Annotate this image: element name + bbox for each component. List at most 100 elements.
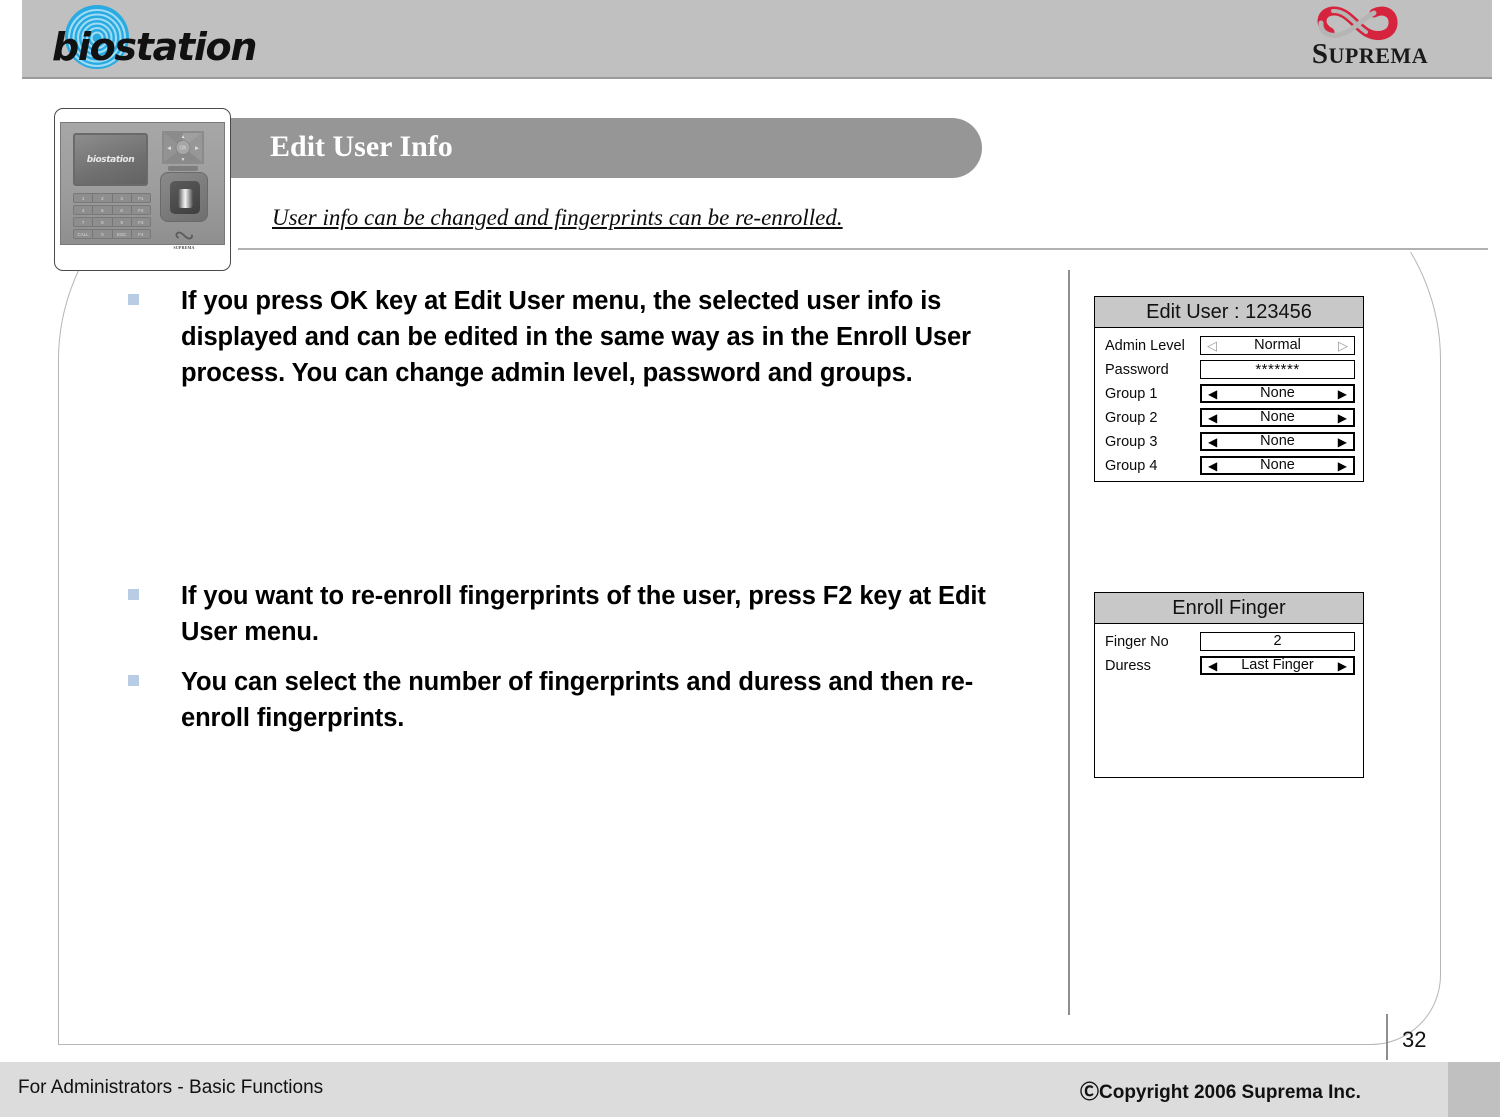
field-row-admin-level: Admin Level ◁ Normal ▷	[1105, 334, 1355, 357]
bullet-text: You can select the number of fingerprint…	[181, 668, 974, 732]
arrow-right-icon[interactable]: ▶	[1338, 460, 1348, 472]
field-value-admin-level: Normal	[1254, 337, 1301, 354]
column-divider	[1068, 270, 1070, 1015]
arrow-right-icon[interactable]: ▶	[1338, 412, 1348, 424]
field-control-group-2[interactable]: ◀ None ▶	[1200, 408, 1355, 427]
device-keypad: 1 2 3 F1 4 5 6 F2 7 8 9 F3 CALL 0 ESC F4	[73, 193, 151, 241]
page-footer: For Administrators - Basic Functions ⒸCo…	[0, 1062, 1500, 1117]
field-row-group-1: Group 1 ◀ None ▶	[1105, 382, 1355, 405]
biostation-wordmark: biostation	[52, 25, 257, 69]
key-5: 5	[93, 206, 113, 214]
panel-title-enroll-finger: Enroll Finger	[1095, 593, 1363, 624]
bullet-square-icon	[128, 294, 139, 305]
field-label-group-4: Group 4	[1105, 457, 1158, 474]
keypad-row: 1 2 3 F1	[73, 193, 151, 203]
key-f3: F3	[138, 220, 144, 225]
device-infinity-icon	[175, 231, 193, 240]
suprema-wordmark: SUPREMA	[1311, 38, 1429, 70]
arrow-left-icon[interactable]: ◀	[1207, 412, 1217, 424]
field-value-duress: Last Finger	[1241, 657, 1314, 674]
field-row-group-3: Group 3 ◀ None ▶	[1105, 430, 1355, 453]
page-number-tick	[1386, 1014, 1388, 1060]
arrow-left-icon[interactable]: ◀	[1207, 460, 1217, 472]
keypad-row: CALL 0 ESC F4	[73, 229, 151, 239]
field-value-group-1: None	[1260, 385, 1295, 402]
device-lcd-label: biostation	[86, 154, 135, 165]
chevron-left-icon[interactable]: ◁	[1206, 339, 1217, 352]
footer-section-label: For Administrators - Basic Functions	[18, 1077, 324, 1098]
field-label-finger-no: Finger No	[1105, 633, 1169, 650]
field-control-group-1[interactable]: ◀ None ▶	[1200, 384, 1355, 403]
field-value-group-3: None	[1260, 433, 1295, 450]
key-0: 0	[93, 230, 113, 238]
key-9: 9	[113, 218, 132, 226]
key-f4: F4	[138, 232, 144, 237]
arrow-right-icon[interactable]: ▶	[1338, 660, 1348, 672]
suprema-logo: SUPREMA	[1280, 4, 1460, 74]
biostation-device-image: biostation OK ▲ ▼ ◀ ▶ SUPREMA 1 2 3 F1 4…	[54, 108, 231, 271]
svg-text:▶: ▶	[195, 146, 199, 152]
field-control-password[interactable]: *******	[1200, 360, 1355, 379]
chevron-right-icon[interactable]: ▷	[1338, 339, 1349, 352]
svg-text:◀: ◀	[167, 146, 171, 152]
bullet-list-secondary: If you want to re-enroll fingerprints of…	[128, 578, 1028, 750]
sensor-lip	[168, 166, 198, 171]
field-control-duress[interactable]: ◀ Last Finger ▶	[1200, 656, 1355, 675]
key-esc: ESC	[113, 230, 132, 238]
key-3: 3	[113, 194, 132, 202]
device-suprema-text: SUPREMA	[173, 245, 195, 250]
key-6: 6	[113, 206, 132, 214]
field-label-admin-level: Admin Level	[1105, 337, 1185, 354]
field-row-group-2: Group 2 ◀ None ▶	[1105, 406, 1355, 429]
footer-copyright: ⒸCopyright 2006 Suprema Inc.	[1080, 1082, 1361, 1103]
field-row-duress: Duress ◀ Last Finger ▶	[1105, 654, 1355, 677]
page-header: biostation SUPREMA	[0, 0, 1500, 79]
keypad-row: 7 8 9 F3	[73, 217, 151, 227]
field-row-group-4: Group 4 ◀ None ▶	[1105, 454, 1355, 477]
page-subtitle: User info can be changed and fingerprint…	[272, 205, 843, 230]
biostation-logo: biostation	[52, 4, 282, 76]
field-label-group-1: Group 1	[1105, 385, 1158, 402]
arrow-left-icon[interactable]: ◀	[1207, 388, 1217, 400]
field-control-group-4[interactable]: ◀ None ▶	[1200, 456, 1355, 475]
arrow-right-icon[interactable]: ▶	[1338, 388, 1348, 400]
lcd-panel-edit-user: Edit User : 123456 Admin Level ◁ Normal …	[1094, 296, 1364, 482]
bullet-square-icon	[128, 675, 139, 686]
panel-body-enroll-finger: Finger No 2 Duress ◀ Last Finger ▶	[1095, 624, 1363, 677]
field-value-password: *******	[1255, 361, 1300, 378]
subtitle-divider	[238, 248, 1488, 250]
field-value-finger-no: 2	[1273, 633, 1282, 650]
header-left-margin	[0, 0, 22, 79]
field-row-finger-no: Finger No 2	[1105, 630, 1355, 653]
key-4: 4	[74, 206, 94, 214]
bullet-text: If you want to re-enroll fingerprints of…	[181, 582, 986, 646]
infinity-icon	[1317, 6, 1398, 40]
field-value-group-4: None	[1260, 457, 1295, 474]
field-control-group-3[interactable]: ◀ None ▶	[1200, 432, 1355, 451]
navigation-pad-icon: OK ▲ ▼ ◀ ▶	[162, 131, 204, 164]
arrow-left-icon[interactable]: ◀	[1207, 436, 1217, 448]
field-control-finger-no[interactable]: 2	[1200, 632, 1355, 651]
field-row-password: Password *******	[1105, 358, 1355, 381]
arrow-left-icon[interactable]: ◀	[1207, 660, 1217, 672]
device-front-panel: biostation OK ▲ ▼ ◀ ▶ SUPREMA 1 2 3 F1 4…	[60, 122, 225, 250]
field-label-group-2: Group 2	[1105, 409, 1158, 426]
key-7: 7	[74, 218, 94, 226]
key-2: 2	[93, 194, 113, 202]
lcd-panel-enroll-finger: Enroll Finger Finger No 2 Duress ◀ Last …	[1094, 592, 1364, 778]
footer-corner-block	[1448, 1062, 1500, 1117]
page-title: Edit User Info	[270, 130, 453, 163]
key-1: 1	[74, 194, 94, 202]
arrow-right-icon[interactable]: ▶	[1338, 436, 1348, 448]
bullet-text: If you press OK key at Edit User menu, t…	[181, 287, 971, 387]
field-control-admin-level[interactable]: ◁ Normal ▷	[1200, 336, 1355, 355]
svg-text:▼: ▼	[181, 157, 186, 163]
field-label-password: Password	[1105, 361, 1169, 378]
fingerprint-sensor-icon	[160, 172, 208, 222]
bullet-square-icon	[128, 589, 139, 600]
device-lcd-screen: biostation	[73, 133, 148, 186]
field-value-group-2: None	[1260, 409, 1295, 426]
bullet-list-primary: If you press OK key at Edit User menu, t…	[128, 283, 1028, 405]
list-item: If you want to re-enroll fingerprints of…	[128, 578, 1028, 650]
list-item: If you press OK key at Edit User menu, t…	[128, 283, 1028, 391]
